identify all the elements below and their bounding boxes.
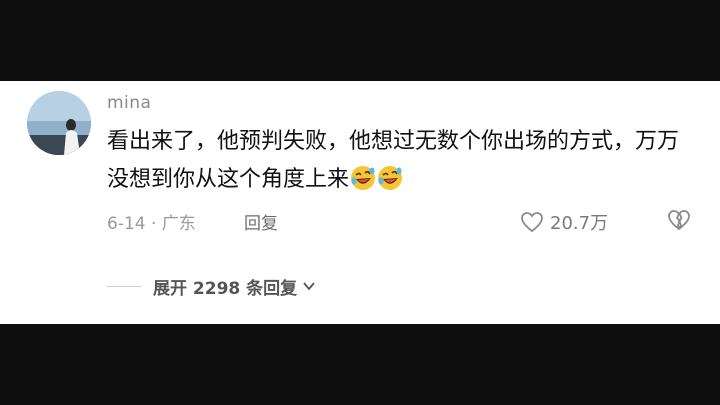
divider bbox=[107, 285, 141, 287]
comment-meta-row: 6-14 · 广东 回复 20.7万 bbox=[107, 209, 697, 235]
username[interactable]: mina bbox=[107, 93, 151, 113]
reply-button[interactable]: 回复 bbox=[244, 209, 278, 234]
broken-heart-icon[interactable] bbox=[667, 209, 691, 231]
comment-date-location: 6-14 · 广东 bbox=[107, 214, 196, 234]
rolling-on-floor-laughing-emoji bbox=[378, 166, 403, 190]
comment-card: mina 看出来了，他预判失败，他想过无数个你出场的方式，万万没想到你从这个角度… bbox=[0, 81, 720, 324]
comment-text-block: 看出来了，他预判失败，他想过无数个你出场的方式，万万没想到你从这个角度上来 bbox=[107, 123, 697, 199]
rolling-on-floor-laughing-emoji bbox=[351, 166, 376, 190]
expand-replies-label: 展开 2298 条回复 bbox=[153, 278, 298, 299]
avatar-photo bbox=[27, 91, 91, 155]
like-count: 20.7万 bbox=[550, 213, 609, 234]
chevron-down-icon bbox=[303, 282, 315, 291]
like-button[interactable]: 20.7万 bbox=[520, 209, 608, 235]
heart-icon bbox=[521, 212, 543, 233]
expand-replies-button[interactable]: 展开 2298 条回复 bbox=[107, 273, 317, 299]
avatar[interactable] bbox=[27, 91, 91, 155]
